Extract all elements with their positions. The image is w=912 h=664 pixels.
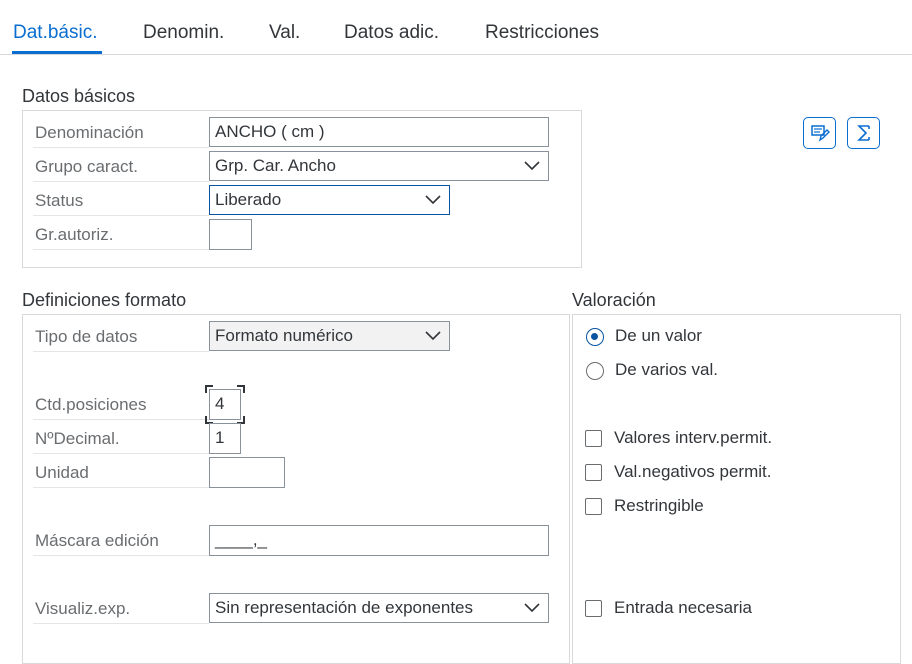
restringible-checkbox[interactable]: [585, 498, 602, 515]
tipo-datos-label-underline: [33, 351, 209, 352]
tipo-datos-label: Tipo de datos: [35, 327, 138, 346]
mascara-edicion-label: Máscara edición: [35, 531, 159, 550]
valores-interv-label: Valores interv.permit.: [614, 428, 773, 447]
edit-button[interactable]: [803, 117, 836, 149]
chevron-down-icon: [425, 195, 441, 205]
n-decimal-label-underline: [33, 453, 209, 454]
chevron-down-icon: [425, 331, 441, 341]
n-decimal-input[interactable]: 1: [209, 423, 241, 454]
tipo-datos-value: Formato numérico: [215, 326, 353, 345]
restringible-label: Restringible: [614, 496, 704, 515]
mascara-edicion-label-underline: [33, 555, 209, 556]
tab-datos-adic[interactable]: Datos adic.: [344, 22, 439, 44]
edit-note-icon: [811, 125, 830, 142]
tipo-datos-select[interactable]: Formato numérico: [209, 321, 450, 351]
unidad-label: Unidad: [35, 463, 89, 482]
definiciones-formato-title: Definiciones formato: [22, 290, 187, 310]
grupo-caract-label: Grupo caract.: [35, 157, 138, 176]
denominacion-input[interactable]: ANCHO ( cm ): [209, 117, 549, 147]
valoracion-title: Valoración: [572, 290, 656, 310]
visualiz-exp-label: Visualiz.exp.: [35, 599, 131, 618]
tab-denomin[interactable]: Denomin.: [143, 22, 224, 44]
chevron-down-icon: [524, 161, 540, 171]
visualiz-exp-label-underline: [33, 623, 209, 624]
gr-autoriz-input[interactable]: [209, 219, 252, 250]
gr-autoriz-label: Gr.autoriz.: [35, 225, 114, 244]
grupo-caract-value: Grp. Car. Ancho: [215, 156, 336, 175]
tab-restricciones[interactable]: Restricciones: [485, 22, 599, 44]
grupo-caract-label-underline: [33, 181, 209, 182]
status-label: Status: [35, 191, 84, 210]
status-label-underline: [33, 215, 209, 216]
val-negativos-checkbox[interactable]: [585, 464, 602, 481]
entrada-necesaria-label: Entrada necesaria: [614, 598, 752, 617]
sigma-icon: [857, 125, 870, 141]
chevron-down-icon: [524, 603, 540, 613]
de-varios-val-radio[interactable]: [586, 362, 604, 380]
ctd-posiciones-label-underline: [33, 419, 209, 420]
grupo-caract-select[interactable]: Grp. Car. Ancho: [209, 151, 549, 181]
de-un-valor-radio[interactable]: [586, 328, 604, 346]
tab-val[interactable]: Val.: [269, 22, 300, 44]
datos-basicos-title: Datos básicos: [22, 86, 136, 106]
unidad-input[interactable]: [209, 457, 285, 488]
visualiz-exp-value: Sin representación de exponentes: [215, 598, 474, 617]
focus-corner-marks: [205, 385, 245, 424]
entrada-necesaria-checkbox[interactable]: [585, 600, 602, 617]
de-varios-val-label: De varios val.: [615, 360, 718, 379]
status-select[interactable]: Liberado: [209, 185, 450, 215]
de-un-valor-label: De un valor: [615, 326, 702, 345]
sum-button[interactable]: [847, 117, 880, 149]
denominacion-label-underline: [33, 147, 209, 148]
n-decimal-label: NºDecimal.: [35, 429, 120, 448]
valores-interv-checkbox[interactable]: [585, 430, 602, 447]
denominacion-label: Denominación: [35, 123, 144, 142]
unidad-label-underline: [33, 487, 209, 488]
val-negativos-label: Val.negativos permit.: [614, 462, 772, 481]
active-tab-indicator: [12, 51, 102, 54]
mascara-edicion-input[interactable]: ____,_: [209, 525, 549, 556]
tab-bar: Dat.básic. Denomin. Val. Datos adic. Res…: [0, 0, 912, 55]
ctd-posiciones-label: Ctd.posiciones: [35, 395, 147, 414]
visualiz-exp-select[interactable]: Sin representación de exponentes: [209, 593, 549, 623]
tab-dat-basic[interactable]: Dat.básic.: [13, 22, 97, 44]
gr-autoriz-label-underline: [33, 249, 209, 250]
status-value: Liberado: [215, 190, 282, 209]
